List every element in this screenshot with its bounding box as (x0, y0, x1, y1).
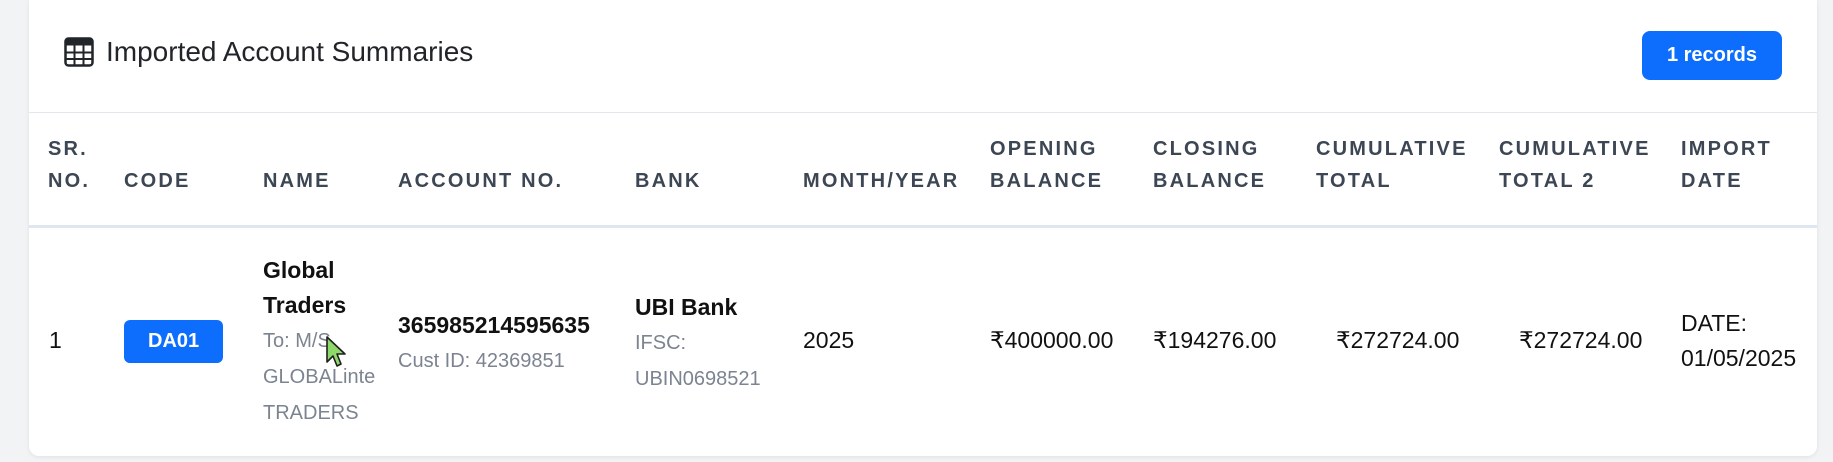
bank-name: UBI Bank (635, 294, 738, 320)
column-header-account-no[interactable]: ACCOUNT NO. (398, 165, 563, 197)
column-header-bank[interactable]: BANK (635, 165, 702, 197)
import-date-label: DATE: (1681, 310, 1748, 336)
cell-import-date: DATE: 01/05/2025 (1681, 306, 1796, 376)
cell-opening-balance: ₹400000.00 (990, 327, 1114, 353)
column-header-code[interactable]: CODE (124, 165, 191, 197)
ifsc-code: UBIN0698521 (635, 368, 761, 390)
table-header: SR. NO. CODE NAME ACCOUNT NO. BANK MONTH… (29, 112, 1817, 228)
column-header-month-year[interactable]: MONTH/YEAR (803, 165, 959, 197)
ifsc-label: IFSC: (635, 332, 687, 354)
to-line-2: GLOBALinte (263, 366, 376, 388)
account-summaries-card: Imported Account Summaries 1 records SR.… (29, 0, 1817, 456)
cell-name: Global Traders To: M/S GLOBALinte TRADER… (263, 253, 375, 431)
cell-cumulative-total-2: ₹272724.00 (1519, 327, 1643, 353)
column-header-name[interactable]: NAME (263, 165, 331, 197)
column-header-cumulative-total-2[interactable]: CUMULATIVE TOTAL 2 (1499, 133, 1651, 197)
cell-month-year: 2025 (803, 327, 855, 353)
column-header-sr-no[interactable]: SR. NO. (48, 133, 90, 197)
code-badge: DA01 (124, 320, 224, 363)
column-header-cumulative-total[interactable]: CUMULATIVE TOTAL (1316, 133, 1468, 197)
column-header-opening-balance[interactable]: OPENING BALANCE (990, 133, 1103, 197)
card-title: Imported Account Summaries (64, 36, 473, 68)
page-title: Imported Account Summaries (106, 36, 474, 67)
cell-bank: UBI Bank IFSC: UBIN0698521 (635, 290, 761, 397)
card-header: Imported Account Summaries 1 records (29, 0, 1817, 113)
name-line-1: Global (263, 257, 335, 283)
column-header-import-date[interactable]: IMPORT DATE (1681, 133, 1772, 197)
table-row[interactable]: 1 DA01 Global Traders To: M/S GLOBALinte… (29, 228, 1817, 456)
name-line-2: Traders (263, 292, 347, 318)
import-date-value: 01/05/2025 (1681, 345, 1797, 371)
table-icon (64, 37, 94, 67)
records-count-badge: 1 records (1641, 31, 1782, 80)
account-number: 365985214595635 (398, 312, 590, 338)
cell-closing-balance: ₹194276.00 (1153, 327, 1277, 353)
mouse-cursor-icon (326, 336, 346, 367)
cell-cumulative-total: ₹272724.00 (1336, 327, 1460, 353)
cell-sr-no: 1 (49, 327, 62, 353)
cell-account-no: 365985214595635 Cust ID: 42369851 (398, 308, 590, 379)
column-header-closing-balance[interactable]: CLOSING BALANCE (1153, 133, 1266, 197)
to-line-1: To: M/S (263, 330, 331, 352)
to-line-3: TRADERS (263, 402, 359, 424)
customer-id: Cust ID: 42369851 (398, 350, 565, 372)
